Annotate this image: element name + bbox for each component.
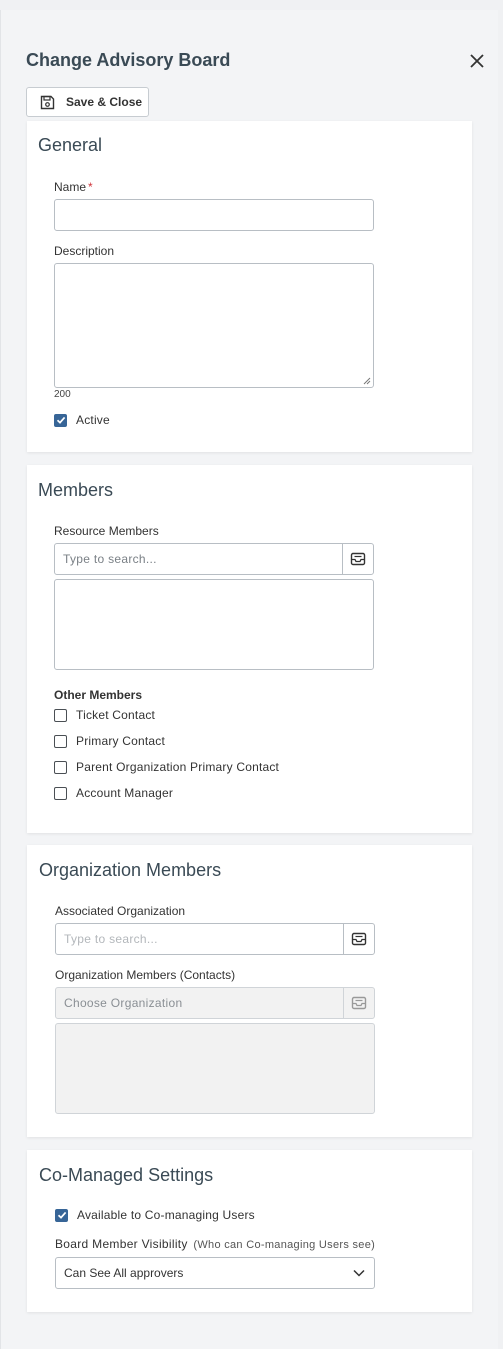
visibility-value: Can See All approvers (64, 1266, 184, 1280)
visibility-hint: (Who can Co-managing Users see) (193, 1239, 376, 1251)
checkbox-label: Account Manager (76, 786, 174, 800)
checkbox-box (54, 413, 67, 427)
check-icon (56, 416, 65, 424)
org-contacts-input: Choose Organization (64, 996, 183, 1010)
checkbox-box (55, 1208, 68, 1222)
close-icon (470, 54, 484, 68)
checkbox-label: Ticket Contact (76, 708, 156, 722)
organization-members-heading: Organization Members (39, 860, 222, 880)
description-label: Description (54, 244, 115, 258)
resource-members-label: Resource Members (54, 524, 159, 538)
active-label: Active (76, 413, 110, 427)
active-checkbox[interactable]: Active (54, 413, 110, 427)
associated-org-label: Associated Organization (55, 904, 186, 918)
char-counter: 200 (54, 389, 71, 400)
checkbox-box (54, 760, 67, 774)
resource-search-input[interactable]: Type to search... (55, 544, 342, 574)
name-field[interactable] (54, 199, 374, 231)
save-icon (40, 95, 55, 110)
org-contacts-search: Choose Organization (55, 987, 375, 1019)
check-icon (57, 1211, 66, 1219)
members-section: Members Resource Members Type to search.… (27, 465, 472, 833)
resource-picker-button[interactable] (342, 544, 373, 574)
checkbox-label: Primary Contact (76, 734, 166, 748)
chevron-down-icon (344, 1269, 374, 1277)
close-button[interactable] (467, 51, 487, 71)
description-field[interactable] (54, 263, 374, 388)
board-member-visibility-label: Board Member Visibility (Who can Co-mana… (55, 1237, 376, 1251)
checkbox-label: Parent Organization Primary Contact (76, 760, 280, 774)
checkbox-box (54, 708, 67, 722)
page-title: Change Advisory Board (26, 50, 231, 70)
inbox-icon (350, 552, 366, 566)
checkbox-box (54, 786, 67, 800)
side-panel: Change Advisory Board Save & Close Gener… (0, 10, 498, 1349)
save-close-button[interactable]: Save & Close (26, 87, 149, 117)
parent-org-primary-contact-checkbox[interactable]: Parent Organization Primary Contact (54, 760, 279, 774)
org-picker-button[interactable] (343, 924, 374, 954)
co-managed-heading: Co-Managed Settings (39, 1165, 214, 1185)
available-label: Available to Co-managing Users (77, 1208, 255, 1222)
co-managed-section: Co-Managed Settings Available to Co-mana… (27, 1150, 472, 1312)
org-contacts-label: Organization Members (Contacts) (55, 968, 236, 982)
resize-handle-icon[interactable] (363, 377, 371, 385)
members-heading: Members (38, 480, 114, 500)
inbox-icon (351, 932, 367, 946)
ticket-contact-checkbox[interactable]: Ticket Contact (54, 708, 155, 722)
visibility-select[interactable]: Can See All approvers (55, 1257, 375, 1289)
checkbox-box (54, 734, 67, 748)
account-manager-checkbox[interactable]: Account Manager (54, 786, 173, 800)
other-members-label: Other Members (54, 688, 143, 702)
resource-members-search[interactable]: Type to search... (54, 543, 374, 575)
organization-members-section: Organization Members Associated Organiza… (27, 845, 472, 1137)
contacts-picker-button (343, 988, 374, 1018)
org-contacts-list (55, 1023, 375, 1114)
available-co-managing-checkbox[interactable]: Available to Co-managing Users (55, 1208, 255, 1222)
associated-org-input[interactable]: Type to search... (56, 924, 343, 954)
general-heading: General (38, 135, 103, 155)
name-label: Name * (54, 180, 93, 194)
associated-org-search[interactable]: Type to search... (55, 923, 375, 955)
required-marker: * (88, 180, 93, 194)
general-section: General Name * Description 200 Active (27, 121, 472, 452)
primary-contact-checkbox[interactable]: Primary Contact (54, 734, 165, 748)
inbox-icon (351, 996, 367, 1010)
resource-members-list[interactable] (54, 579, 374, 670)
save-close-label: Save & Close (66, 95, 143, 109)
